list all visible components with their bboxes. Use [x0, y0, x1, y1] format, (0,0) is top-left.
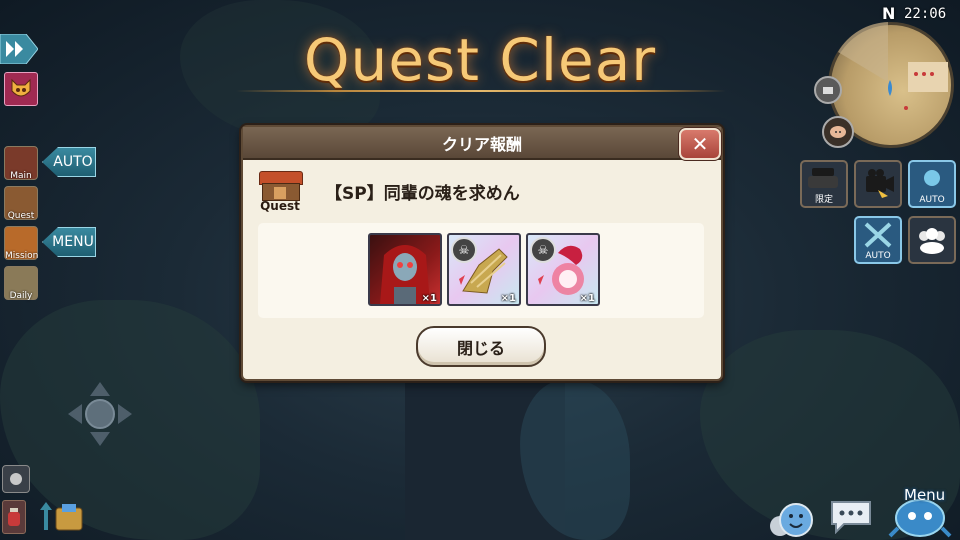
quest-icon-label: Quest [260, 199, 300, 213]
compass-north-label: N [882, 4, 896, 23]
sidebar-item-quest[interactable]: Quest [4, 186, 38, 221]
settings-gem-icon[interactable] [2, 465, 30, 493]
reward-item-flame-skull[interactable]: ☠ ×1 [526, 233, 600, 306]
map-toggle-icon[interactable] [814, 76, 842, 104]
skull-badge-icon: ☠ [451, 237, 477, 263]
reward-quantity: ×1 [421, 293, 437, 304]
potion-icon[interactable] [2, 500, 26, 534]
sidebar-item-label: Quest [7, 211, 35, 221]
sidebar-item-label: Mission [5, 251, 39, 261]
reward-item-golden-dragon-bone[interactable]: ☠ ×1 [447, 233, 521, 306]
auto-skill-label: AUTO [865, 251, 891, 261]
reward-item-red-hooded-undead[interactable]: ×1 [368, 233, 442, 306]
sidebar-item-main[interactable]: Main [4, 146, 38, 181]
skull-badge-icon: ☠ [530, 237, 556, 263]
title-divider [236, 90, 726, 92]
reward-list: ×1 ☠ ×1 ☠ ×1 [258, 223, 704, 318]
quest-name: 【SP】同輩の魂を求めん [325, 184, 520, 204]
cat-mask-icon[interactable] [4, 72, 38, 106]
auto-battle-label: AUTO [919, 195, 945, 205]
sidebar-item-label: Daily [9, 291, 33, 301]
fast-forward-icon[interactable] [0, 33, 39, 65]
reward-quantity: ×1 [579, 293, 595, 304]
auto-battle-button[interactable]: AUTO [908, 160, 956, 208]
main-menu-label: Menu [904, 486, 946, 504]
emote-face-icon[interactable] [768, 500, 814, 538]
sidebar-item-label: Main [10, 171, 32, 181]
close-button[interactable]: 閉じる [416, 326, 546, 367]
menu-button-label: MENU [52, 234, 94, 250]
limited-offer-button[interactable]: 限定 [800, 160, 848, 208]
pig-icon[interactable] [822, 116, 854, 148]
auto-button-label: AUTO [53, 154, 93, 170]
auto-skill-button[interactable]: AUTO [854, 216, 902, 264]
camera-button[interactable] [854, 160, 902, 208]
limited-offer-label: 限定 [814, 195, 833, 205]
reward-quantity: ×1 [500, 293, 516, 304]
sidebar-item-mission[interactable]: Mission [4, 226, 39, 261]
sidebar-item-daily[interactable]: Daily [4, 266, 38, 301]
auto-button[interactable]: AUTO [42, 147, 96, 177]
dialog-header: クリア報酬 [243, 127, 721, 160]
chat-icon[interactable] [828, 500, 874, 534]
dialog-title: クリア報酬 [441, 134, 522, 154]
quest-building-icon: Quest [257, 169, 303, 215]
main-menu-button[interactable]: Menu [884, 474, 956, 538]
item-bag-icon[interactable] [40, 500, 84, 532]
clock-display: 22:06 [904, 6, 947, 22]
party-button[interactable] [908, 216, 956, 264]
reward-dialog: クリア報酬 ✕ Quest 【SP】同輩の魂を求めん ×1 ☠ ×1 ☠ ×1 … [241, 125, 723, 381]
close-icon[interactable]: ✕ [679, 128, 721, 160]
dpad-joystick[interactable] [66, 380, 134, 448]
menu-button[interactable]: MENU [42, 227, 96, 257]
